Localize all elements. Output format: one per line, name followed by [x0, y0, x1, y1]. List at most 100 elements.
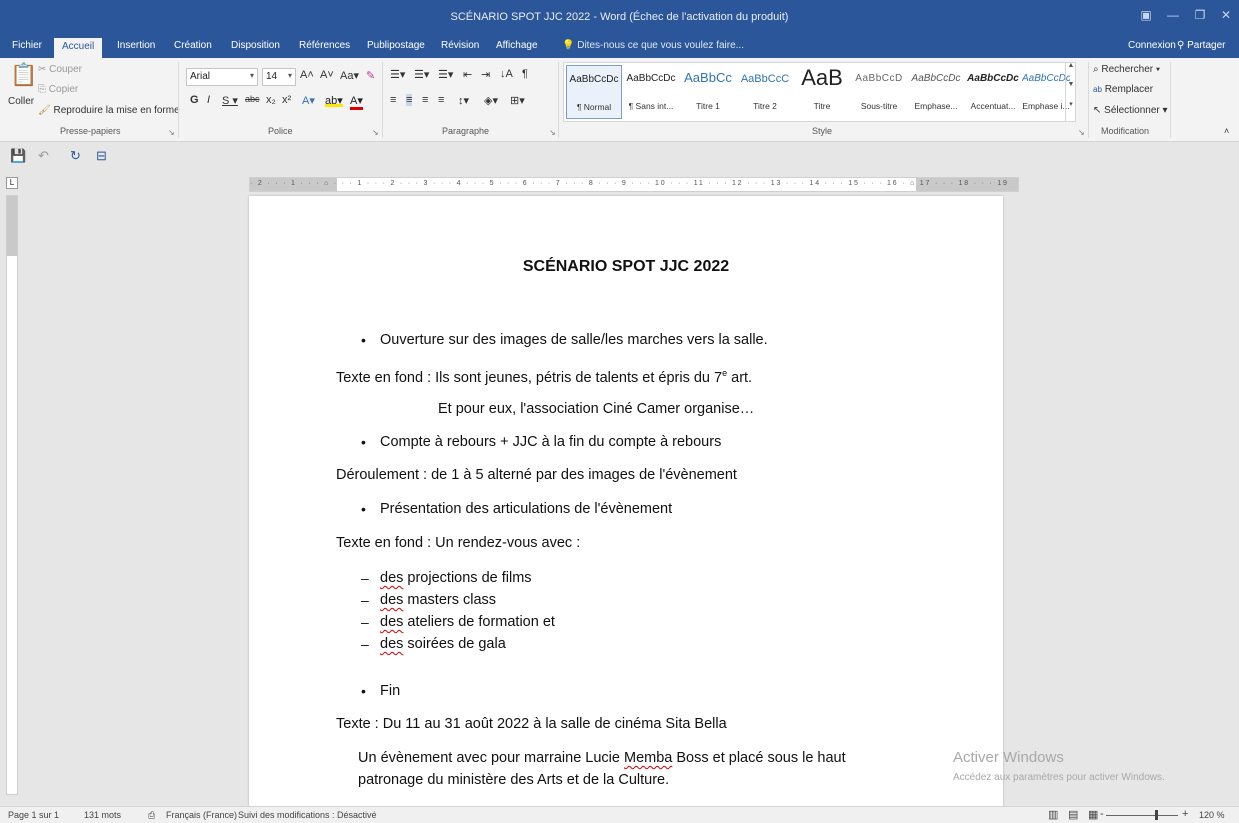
strikethrough-icon[interactable]: abc — [245, 94, 260, 104]
clipboard-launcher-icon[interactable]: ↘ — [168, 128, 175, 137]
sort-icon[interactable]: ↓A — [500, 68, 513, 80]
misspelled-word[interactable]: des — [380, 636, 403, 652]
select-button[interactable]: ↖ Sélectionner ▾ — [1093, 105, 1168, 116]
zoom-slider-track[interactable] — [1106, 815, 1178, 816]
borders-icon[interactable]: ⊞▾ — [510, 94, 525, 107]
find-label: Rechercher — [1101, 64, 1154, 75]
clear-formatting-icon[interactable]: ✎ — [366, 69, 375, 82]
styles-scroll[interactable]: ▲ ▼ ▾ — [1065, 62, 1076, 122]
vertical-ruler[interactable] — [6, 195, 18, 795]
style-subtle-emphasis[interactable]: AaBbCcDc Emphase... — [908, 65, 964, 119]
touch-mode-icon[interactable]: ⊟ — [96, 148, 107, 164]
tab-revision[interactable]: Révision — [441, 40, 479, 51]
tab-publipostage[interactable]: Publipostage — [367, 40, 425, 51]
zoom-slider-thumb[interactable] — [1155, 810, 1158, 820]
highlight-icon[interactable]: ab▾ — [325, 94, 343, 107]
tell-me-box[interactable]: 💡 Dites-nous ce que vous voulez faire... — [562, 40, 744, 51]
style-name: Emphase i... — [1022, 101, 1070, 111]
find-button[interactable]: ⌕ Rechercher ▾ — [1093, 64, 1160, 75]
style-heading-2[interactable]: AaBbCcC Titre 2 — [737, 65, 793, 119]
style-title[interactable]: AaB Titre — [794, 65, 850, 119]
signin-link[interactable]: Connexion — [1128, 40, 1176, 51]
style-heading-1[interactable]: AaBbCc Titre 1 — [680, 65, 736, 119]
pilcrow-icon[interactable]: ¶ — [522, 68, 528, 80]
collapse-ribbon-icon[interactable]: ˄ — [1224, 126, 1229, 136]
tab-fichier[interactable]: Fichier — [12, 40, 42, 51]
format-painter-button[interactable]: 🖌 Reproduire la mise en forme — [38, 105, 180, 116]
font-color-icon[interactable]: A▾ — [350, 94, 363, 110]
style-intense-emphasis[interactable]: AaBbCcDc Emphase i... — [1022, 65, 1070, 119]
align-center-icon[interactable]: ≡ — [406, 94, 413, 106]
zoom-in-icon[interactable]: + — [1182, 808, 1188, 820]
tab-accueil[interactable]: Accueil — [54, 38, 103, 58]
zoom-out-icon[interactable]: - — [1100, 808, 1104, 820]
chevron-up-icon[interactable]: ▲ — [1066, 62, 1076, 69]
subscript-icon[interactable]: x₂ — [266, 94, 276, 106]
web-layout-icon[interactable]: ▦ — [1088, 808, 1098, 821]
style-emphasis[interactable]: AaBbCcDc Accentuat... — [965, 65, 1021, 119]
bold-icon[interactable]: G — [190, 94, 199, 106]
paste-icon[interactable]: 📋 — [10, 62, 37, 88]
maximize-button[interactable]: ❐ — [1192, 8, 1208, 22]
change-case-icon[interactable]: Aa▾ — [340, 69, 359, 82]
style-normal[interactable]: AaBbCcDc ¶ Normal — [566, 65, 622, 119]
misspelled-word[interactable]: Memba — [624, 750, 672, 766]
bullets-icon[interactable]: ☰▾ — [390, 68, 405, 81]
close-button[interactable]: ✕ — [1218, 8, 1234, 22]
font-launcher-icon[interactable]: ↘ — [372, 128, 379, 137]
misspelled-word[interactable]: des — [380, 614, 403, 630]
multilevel-list-icon[interactable]: ☰▾ — [438, 68, 453, 81]
copy-button[interactable]: ⎘ Copier — [38, 84, 78, 95]
style-no-spacing[interactable]: AaBbCcDc ¶ Sans int... — [623, 65, 679, 119]
minimize-button[interactable]: — — [1165, 8, 1181, 22]
read-mode-icon[interactable]: ▥ — [1048, 808, 1058, 821]
more-styles-icon[interactable]: ▾ — [1066, 100, 1076, 108]
italic-icon[interactable]: I — [207, 94, 210, 106]
increase-indent-icon[interactable]: ⇥ — [481, 68, 490, 81]
numbering-icon[interactable]: ☰▾ — [414, 68, 429, 81]
tab-disposition[interactable]: Disposition — [231, 40, 280, 51]
redo-icon[interactable]: ↻ — [70, 148, 81, 164]
text-effects-icon[interactable]: A▾ — [302, 94, 315, 107]
decrease-indent-icon[interactable]: ⇤ — [463, 68, 472, 81]
tab-insertion[interactable]: Insertion — [117, 40, 155, 51]
track-changes-status[interactable]: Suivi des modifications : Désactivé — [238, 810, 377, 820]
shading-icon[interactable]: ◈▾ — [484, 94, 498, 107]
font-name-combo[interactable]: Arial ▾ — [186, 68, 258, 86]
tab-creation[interactable]: Création — [174, 40, 212, 51]
chevron-down-icon[interactable]: ▼ — [1066, 81, 1076, 88]
shrink-font-icon[interactable]: A˅ — [320, 69, 334, 81]
page-count[interactable]: Page 1 sur 1 — [8, 810, 59, 820]
document-page[interactable]: SCÉNARIO SPOT JJC 2022 • Ouverture sur d… — [249, 196, 1003, 806]
align-left-icon[interactable]: ≡ — [390, 94, 396, 106]
tab-references[interactable]: Références — [299, 40, 350, 51]
ribbon-display-icon[interactable]: ▣ — [1138, 8, 1154, 22]
proofing-icon[interactable]: ⎙ — [148, 810, 155, 821]
save-icon[interactable]: 💾 — [10, 148, 26, 164]
word-count[interactable]: 131 mots — [84, 810, 121, 820]
superscript-icon[interactable]: x² — [282, 94, 291, 106]
tab-selector-icon[interactable]: L — [6, 177, 18, 189]
line-spacing-icon[interactable]: ↕▾ — [458, 94, 469, 107]
grow-font-icon[interactable]: A˄ — [300, 69, 314, 81]
paragraph-group-label: Paragraphe — [442, 126, 490, 136]
horizontal-ruler[interactable]: · 2 · · · 1 · · · ⌂ · · · 1 · · · 2 · · … — [249, 177, 1019, 192]
font-size-combo[interactable]: 14 ▾ — [262, 68, 296, 86]
language-status[interactable]: Français (France) — [166, 810, 237, 820]
misspelled-word[interactable]: des — [380, 592, 403, 608]
cut-button[interactable]: ✂ Couper — [38, 64, 82, 75]
styles-launcher-icon[interactable]: ↘ — [1078, 128, 1085, 137]
paragraph-launcher-icon[interactable]: ↘ — [549, 128, 556, 137]
paste-button[interactable]: Coller — [8, 96, 34, 107]
tab-affichage[interactable]: Affichage — [496, 40, 538, 51]
align-right-icon[interactable]: ≡ — [422, 94, 428, 106]
undo-icon[interactable]: ↶ — [38, 148, 49, 164]
replace-button[interactable]: ab Remplacer — [1093, 84, 1153, 95]
print-layout-icon[interactable]: ▤ — [1068, 808, 1078, 821]
underline-icon[interactable]: S ▾ — [222, 94, 238, 107]
zoom-level[interactable]: 120 % — [1199, 810, 1225, 820]
share-button[interactable]: ⚲ Partager — [1177, 40, 1225, 51]
style-subtitle[interactable]: AaBbCcD Sous-titre — [851, 65, 907, 119]
misspelled-word[interactable]: des — [380, 570, 403, 586]
justify-icon[interactable]: ≡ — [438, 94, 444, 106]
